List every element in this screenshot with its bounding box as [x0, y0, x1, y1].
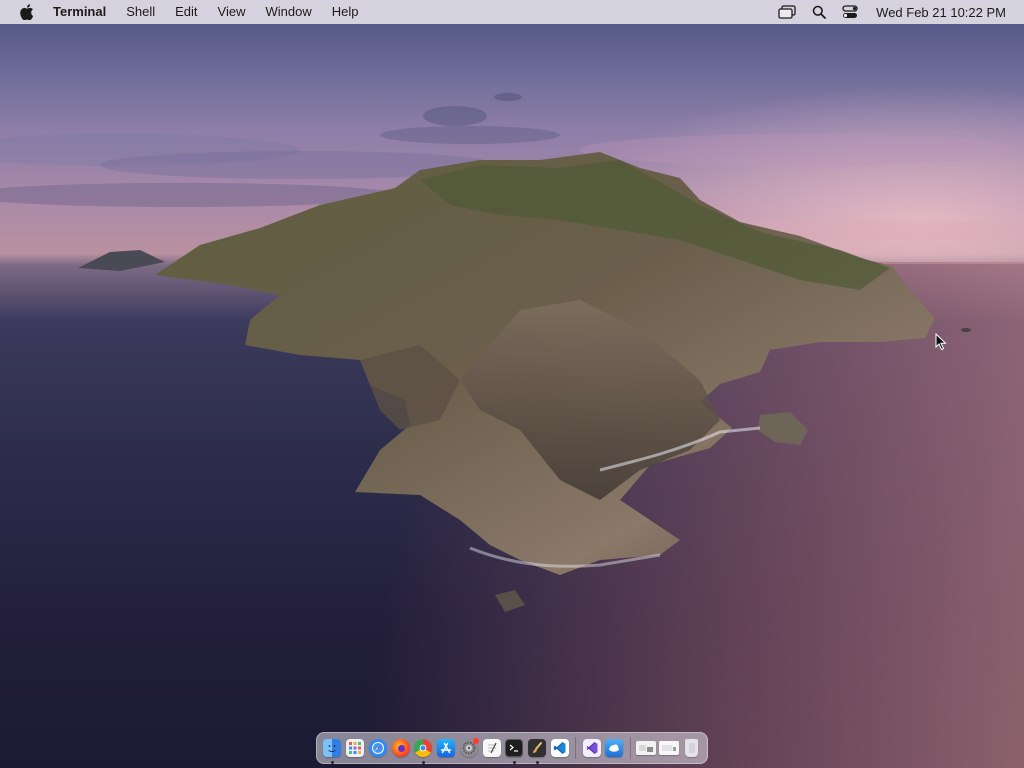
apple-logo-icon[interactable] — [17, 4, 37, 20]
menu-help[interactable]: Help — [322, 0, 369, 24]
dock-system-preferences[interactable] — [458, 737, 480, 759]
terminal-icon — [505, 739, 524, 757]
dock-visual-studio[interactable] — [581, 737, 603, 759]
desktop-wallpaper — [0, 0, 1024, 768]
dock-app-store[interactable] — [435, 737, 457, 759]
finder-icon — [323, 739, 342, 757]
running-indicator — [330, 761, 334, 764]
dock-documents-stack[interactable] — [658, 737, 680, 759]
firefox-icon — [391, 739, 410, 757]
visual-studio-icon — [582, 739, 601, 757]
menu-view[interactable]: View — [208, 0, 256, 24]
chrome-icon — [414, 739, 433, 757]
dock-vscode[interactable] — [549, 737, 571, 759]
spotlight-search-icon[interactable] — [812, 0, 827, 24]
textedit-icon — [482, 739, 501, 757]
island-illustration — [78, 152, 971, 612]
dock-finder[interactable] — [322, 737, 344, 764]
dock-downloads-stack[interactable] — [635, 737, 657, 759]
dock-textedit[interactable] — [481, 737, 503, 759]
weather-icon — [605, 739, 624, 757]
menu-app-name[interactable]: Terminal — [53, 0, 116, 24]
control-center-icon[interactable] — [842, 0, 858, 24]
dock-weather[interactable] — [603, 737, 625, 759]
dock — [316, 732, 708, 764]
running-indicator — [421, 761, 425, 764]
dock-safari[interactable] — [367, 737, 389, 759]
running-indicator — [535, 761, 539, 764]
vscode-icon — [550, 739, 569, 757]
mouse-pointer-icon — [935, 332, 947, 356]
dock-launchpad[interactable] — [344, 737, 366, 759]
menu-window[interactable]: Window — [256, 0, 322, 24]
dock-paintbrush-app[interactable] — [526, 737, 548, 764]
app-store-icon — [437, 739, 456, 757]
menu-bar-clock[interactable]: Wed Feb 21 10:22 PM — [876, 5, 1006, 20]
menu-edit[interactable]: Edit — [165, 0, 207, 24]
dock-separator — [575, 737, 577, 759]
menu-bar: Terminal Shell Edit View Window Help Wed… — [0, 0, 1024, 24]
trash-icon — [685, 739, 699, 757]
launchpad-icon — [346, 739, 365, 757]
safari-icon — [368, 739, 387, 757]
dock-trash[interactable] — [681, 737, 703, 759]
menu-shell[interactable]: Shell — [116, 0, 165, 24]
screen-mirroring-icon[interactable] — [778, 0, 796, 24]
dock-chrome[interactable] — [413, 737, 435, 764]
dock-terminal[interactable] — [504, 737, 526, 764]
documents-stack-icon — [658, 741, 679, 755]
paintbrush-app-icon — [528, 739, 547, 757]
running-indicator — [512, 761, 516, 764]
notification-badge — [472, 738, 479, 744]
dock-firefox[interactable] — [390, 737, 412, 759]
downloads-stack-icon — [636, 741, 657, 755]
dock-separator — [629, 737, 631, 759]
